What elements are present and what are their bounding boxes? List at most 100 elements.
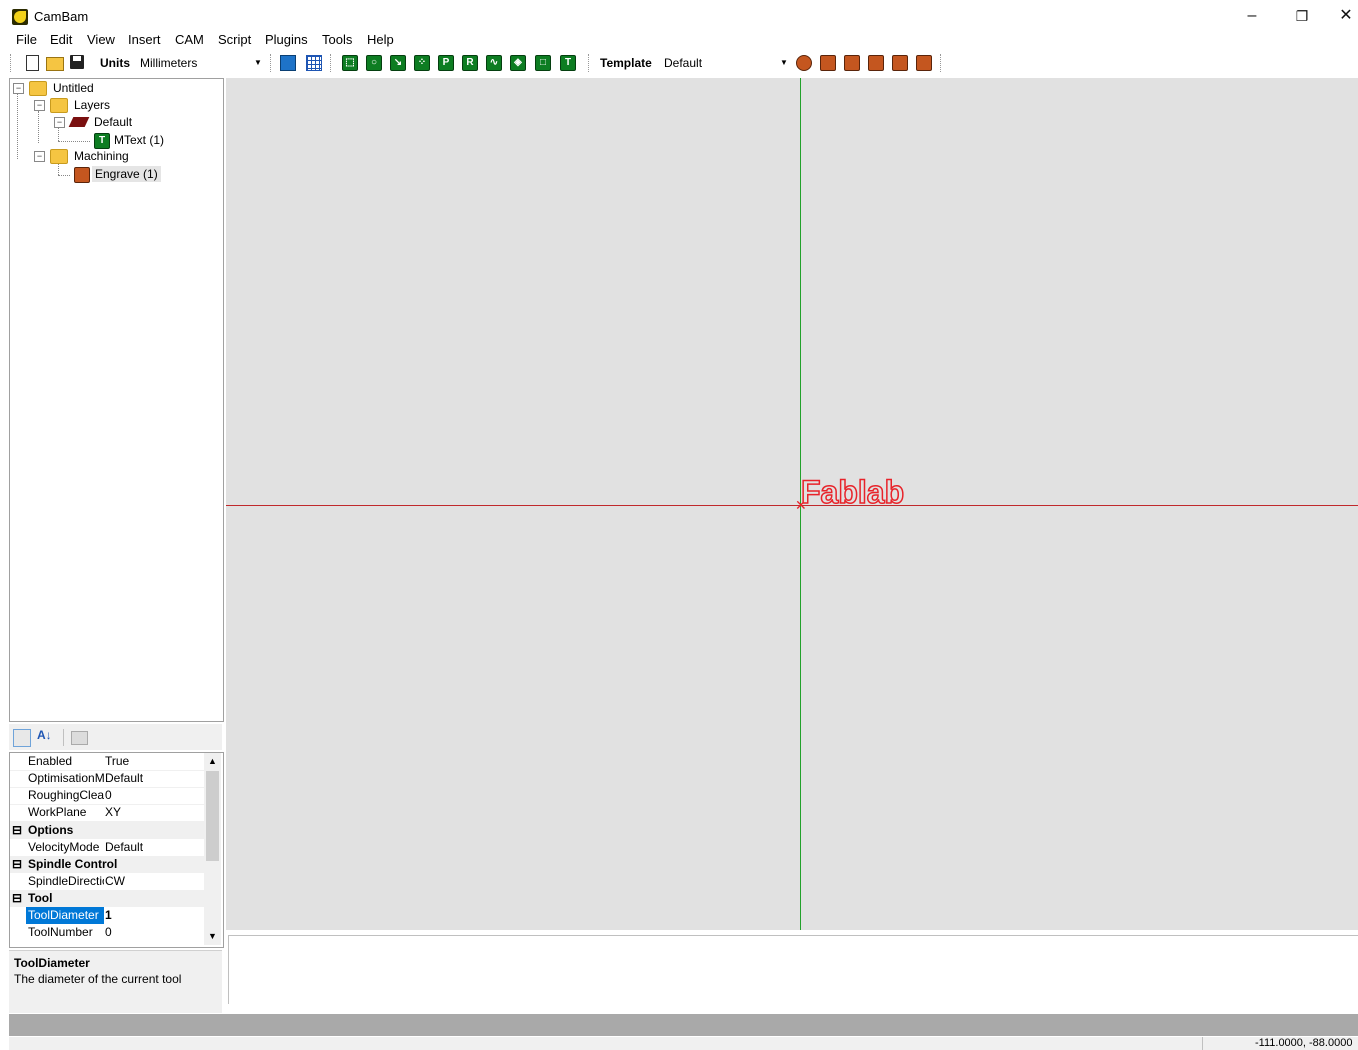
property-name: ToolNumber — [28, 925, 93, 939]
alphabetical-sort-icon[interactable]: A↓ — [37, 728, 52, 742]
bottom-splitter[interactable] — [9, 1014, 1358, 1036]
close-button[interactable]: ✕ — [1326, 4, 1358, 28]
show-grid-icon[interactable] — [306, 55, 322, 71]
category-collapse-icon[interactable]: ⊟ — [12, 822, 22, 839]
draw-polyline-icon[interactable]: ⬚ — [342, 55, 358, 71]
property-value[interactable]: 0 — [105, 924, 112, 941]
property-row[interactable]: RoughingClearance 0 — [10, 787, 204, 805]
menu-view[interactable]: View — [87, 32, 115, 47]
property-value[interactable]: 0 — [105, 787, 112, 804]
property-name: RoughingClearance — [28, 788, 104, 802]
new-file-icon[interactable] — [26, 55, 39, 71]
draw-spline-icon[interactable]: ∿ — [486, 55, 502, 71]
tree-item-untitled[interactable]: Untitled — [53, 80, 94, 96]
draw-text-icon[interactable]: T — [560, 55, 576, 71]
property-row[interactable]: WorkPlane XY — [10, 804, 204, 822]
property-value[interactable]: True — [105, 753, 129, 770]
engrave-op-icon — [74, 167, 90, 183]
property-name: SpindleDirection — [28, 874, 104, 888]
draw-region-icon[interactable]: □ — [535, 55, 551, 71]
snap-grid-icon[interactable] — [280, 55, 296, 71]
menu-insert[interactable]: Insert — [128, 32, 161, 47]
drill-op-icon[interactable] — [796, 55, 812, 71]
tree-collapse-icon[interactable]: − — [34, 151, 45, 162]
scrollbar-thumb[interactable] — [206, 771, 219, 861]
tree-item-engrave[interactable]: Engrave (1) — [92, 166, 161, 182]
property-value[interactable]: CW — [105, 873, 125, 890]
units-label: Units — [100, 56, 130, 70]
cursor-coordinates: -111.0000, -88.0000 — [1255, 1037, 1353, 1049]
draw-rectangle-icon[interactable]: R — [462, 55, 478, 71]
description-title: ToolDiameter — [14, 956, 90, 970]
tree-item-layers[interactable]: Layers — [74, 97, 110, 113]
menu-tools[interactable]: Tools — [322, 32, 352, 47]
toolbar-separator — [330, 54, 332, 72]
menu-edit[interactable]: Edit — [50, 32, 72, 47]
menu-script[interactable]: Script — [218, 32, 251, 47]
property-pages-icon[interactable] — [71, 731, 88, 745]
profile-op-icon[interactable] — [820, 55, 836, 71]
tree-line — [58, 127, 59, 141]
property-value[interactable]: Default — [105, 770, 143, 787]
property-value[interactable]: Default — [105, 839, 143, 856]
pocket-op-icon[interactable] — [844, 55, 860, 71]
message-log[interactable] — [228, 935, 1358, 1004]
category-collapse-icon[interactable]: ⊟ — [12, 890, 22, 907]
properties-grid[interactable]: Enabled True OptimisationMode Default Ro… — [9, 752, 224, 948]
categorized-view-icon[interactable] — [13, 729, 31, 747]
toolbar-separator — [588, 54, 590, 72]
drawing-canvas[interactable]: ✕ Fablab — [226, 78, 1358, 930]
toolbar-separator — [940, 54, 942, 72]
property-category-tool[interactable]: ⊟ Tool — [10, 890, 204, 907]
property-category-spindle[interactable]: ⊟ Spindle Control — [10, 856, 204, 873]
minimize-button[interactable]: – — [1232, 4, 1272, 28]
draw-points-icon[interactable]: ⁘ — [414, 55, 430, 71]
tree-item-default-layer[interactable]: Default — [94, 114, 132, 130]
scroll-up-icon[interactable]: ▲ — [204, 753, 221, 770]
main-toolbar: Units Millimeters ▼ ⬚ ○ ↘ ⁘ P R ∿ ◈ □ T … — [8, 52, 942, 76]
category-collapse-icon[interactable]: ⊟ — [12, 856, 22, 873]
scroll-down-icon[interactable]: ▼ — [204, 928, 221, 945]
draw-circle-icon[interactable]: ○ — [366, 55, 382, 71]
draw-polygon-icon[interactable]: P — [438, 55, 454, 71]
property-row[interactable]: OptimisationMode Default — [10, 770, 204, 788]
save-icon[interactable] — [70, 55, 84, 69]
drawing-tree[interactable]: − Untitled − Layers − Default T MText (1… — [9, 78, 224, 722]
properties-scrollbar[interactable]: ▲ ▼ — [204, 753, 221, 945]
draw-line-icon[interactable]: ↘ — [390, 55, 406, 71]
mtext-fablab[interactable]: Fablab — [800, 473, 905, 511]
template-select[interactable]: Default — [664, 54, 776, 72]
category-label: Spindle Control — [28, 857, 118, 871]
tool-diameter-input[interactable]: 1 — [105, 907, 112, 924]
restore-button[interactable]: ❐ — [1282, 4, 1322, 28]
draw-surface-icon[interactable]: ◈ — [510, 55, 526, 71]
tree-item-mtext[interactable]: MText (1) — [114, 132, 164, 148]
open-folder-icon[interactable] — [46, 57, 64, 71]
tree-collapse-icon[interactable]: − — [13, 83, 24, 94]
menu-plugins[interactable]: Plugins — [265, 32, 308, 47]
property-row-selected[interactable]: ToolDiameter 1 — [10, 907, 204, 924]
status-separator — [1202, 1037, 1203, 1050]
tree-collapse-icon[interactable]: − — [54, 117, 65, 128]
engrave-op-icon[interactable] — [868, 55, 884, 71]
tree-item-machining[interactable]: Machining — [74, 148, 129, 164]
property-row[interactable]: Enabled True — [10, 753, 204, 771]
lathe-op-icon[interactable] — [916, 55, 932, 71]
menu-help[interactable]: Help — [367, 32, 394, 47]
toolbar-grip — [10, 54, 12, 72]
property-row[interactable]: SpindleDirection CW — [10, 873, 204, 891]
template-dropdown-arrow-icon[interactable]: ▼ — [778, 54, 790, 72]
units-dropdown-arrow-icon[interactable]: ▼ — [252, 54, 264, 72]
layer-icon — [68, 117, 90, 127]
property-value[interactable]: XY — [105, 804, 121, 821]
folder-icon — [50, 149, 68, 164]
3d-profile-op-icon[interactable] — [892, 55, 908, 71]
menu-cam[interactable]: CAM — [175, 32, 204, 47]
menu-file[interactable]: File — [16, 32, 37, 47]
property-category-options[interactable]: ⊟ Options — [10, 822, 204, 839]
units-select[interactable]: Millimeters — [140, 54, 252, 72]
tree-collapse-icon[interactable]: − — [34, 100, 45, 111]
property-row[interactable]: VelocityMode Default — [10, 839, 204, 857]
tree-line — [58, 175, 70, 176]
property-row[interactable]: ToolNumber 0 — [10, 924, 204, 941]
